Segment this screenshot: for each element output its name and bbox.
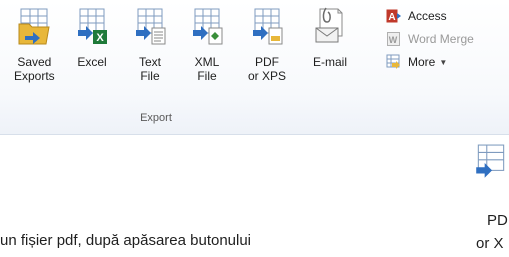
saved-exports-button[interactable]: Saved Exports: [14, 6, 55, 83]
xml-file-button[interactable]: XML File: [189, 6, 225, 83]
xml-file-label: XML File: [194, 55, 220, 83]
more-icon: [386, 54, 400, 69]
pdf-xps-icon: [253, 8, 283, 45]
access-button[interactable]: A Access: [386, 7, 447, 25]
more-label: More: [408, 55, 436, 69]
export-ribbon-group: Saved Exports X Excel Text File XML File…: [0, 0, 509, 135]
svg-text:W: W: [389, 35, 398, 45]
zoom-label-line1: PD: [487, 212, 508, 229]
word-merge-icon: W: [387, 32, 400, 46]
excel-button[interactable]: X Excel: [74, 6, 110, 69]
svg-text:X: X: [96, 32, 104, 44]
saved-exports-label: Saved Exports: [14, 55, 55, 83]
more-dropdown[interactable]: More ▼: [386, 53, 447, 71]
email-icon: [315, 7, 343, 43]
text-file-button[interactable]: Text File: [132, 6, 168, 83]
chevron-down-icon: ▼: [439, 57, 448, 67]
xml-file-icon: [193, 8, 223, 45]
pdf-xps-button[interactable]: PDF or XPS: [248, 6, 286, 83]
pdf-xps-label: PDF or XPS: [248, 55, 287, 83]
email-label: E-mail: [312, 55, 347, 69]
pdf-xps-zoom-icon: [476, 144, 505, 178]
access-icon: A: [386, 9, 401, 23]
saved-exports-icon: [18, 8, 50, 45]
word-merge-label: Word Merge: [408, 32, 474, 46]
zoom-label-line2: or X: [476, 235, 504, 252]
excel-icon: X: [78, 8, 107, 44]
email-button[interactable]: E-mail: [312, 6, 348, 69]
text-file-label: Text File: [138, 55, 161, 83]
svg-text:A: A: [388, 12, 395, 23]
word-merge-button[interactable]: W Word Merge: [386, 30, 474, 48]
export-group-label: Export: [140, 112, 172, 124]
pdf-button-zoom: PD or X: [466, 140, 509, 257]
text-file-icon: [136, 8, 166, 45]
access-label: Access: [408, 9, 447, 23]
excel-label: Excel: [77, 55, 107, 69]
body-text: un fișier pdf, după apăsarea butonului: [0, 232, 252, 249]
